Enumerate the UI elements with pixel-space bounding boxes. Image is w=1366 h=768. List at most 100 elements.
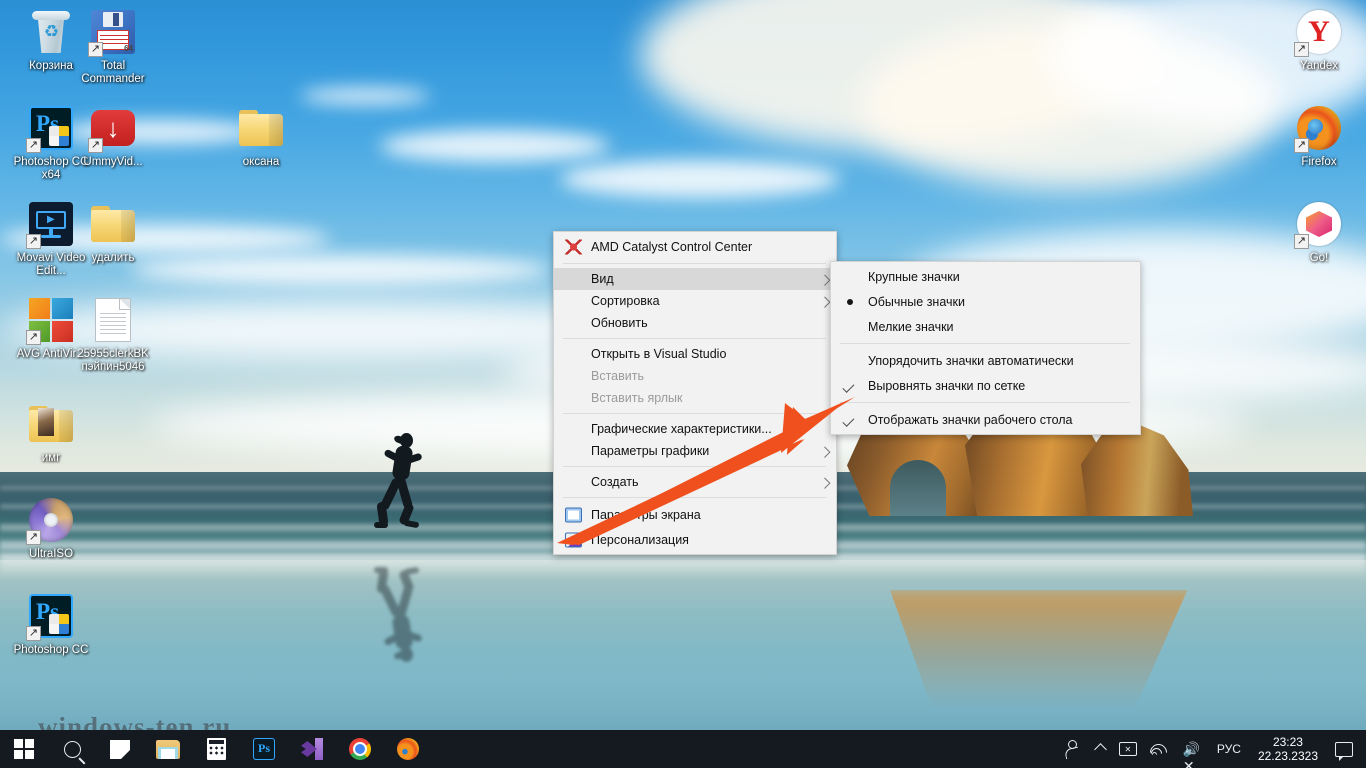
folder-icon	[156, 739, 180, 759]
shortcut-overlay-icon	[1294, 234, 1309, 249]
menu-separator	[563, 413, 826, 414]
firefox-icon	[397, 738, 419, 760]
search-icon	[63, 740, 81, 758]
volume-button[interactable]: 🔊✕	[1176, 730, 1210, 768]
desktop-icon-photoshop-cc[interactable]: Ps Photoshop CC	[8, 592, 94, 657]
ummy-downloader-icon	[88, 104, 137, 153]
sand-sheen	[0, 556, 1366, 578]
desktop-icon-label: Корзина	[29, 60, 73, 72]
submenu-item-label: Обычные значки	[868, 294, 965, 309]
people-button[interactable]	[1057, 730, 1089, 768]
context-menu-item-personalization[interactable]: Персонализация	[554, 527, 836, 552]
context-menu-item-sozdat[interactable]: Создать	[554, 471, 836, 493]
photoshop-taskbar-button[interactable]: Ps	[240, 730, 288, 768]
submenu-item-align-to-grid[interactable]: Выровнять значки по сетке	[831, 373, 1140, 398]
desktop-icon-label: оксана	[242, 156, 280, 168]
volume-muted-icon: 🔊✕	[1182, 741, 1201, 768]
folder-with-photo-icon	[27, 400, 75, 448]
submenu-item-auto-arrange[interactable]: Упорядочить значки автоматически	[831, 348, 1140, 373]
context-menu-item-display-settings[interactable]: Параметры экрана	[554, 502, 836, 527]
desktop-icon-yandex[interactable]: Yandex	[1276, 8, 1362, 73]
chevron-right-icon	[819, 296, 831, 308]
personalize-icon	[565, 532, 582, 547]
menu-separator	[563, 263, 826, 264]
shortcut-overlay-icon	[88, 42, 103, 57]
shortcut-overlay-icon	[26, 626, 41, 641]
context-menu-item-open-in-visual-studio[interactable]: Открыть в Visual Studio	[554, 343, 836, 365]
language-indicator[interactable]: РУС	[1210, 730, 1248, 768]
chrome-icon	[349, 738, 371, 760]
desktop-icon-text-document[interactable]: 25955clerkBK пэйпин5046	[70, 296, 156, 374]
menu-separator	[563, 497, 826, 498]
checkmark-icon	[842, 380, 855, 393]
submenu-item-show-desktop-icons[interactable]: Отображать значки рабочего стола	[831, 407, 1140, 432]
show-hidden-icons-button[interactable]	[1089, 730, 1112, 768]
desktop-icon-label: Total Commander	[81, 60, 145, 85]
taskbar-buttons[interactable]: Ps	[0, 730, 432, 768]
amd-icon	[565, 239, 582, 254]
desktop-icon-ummy-video-downloader[interactable]: UmmyVid...	[70, 104, 156, 169]
action-center-button[interactable]	[1328, 730, 1360, 768]
ethernet-status-button[interactable]: ✕	[1112, 730, 1144, 768]
visual-studio-icon	[301, 738, 323, 760]
submenu-item-large-icons[interactable]: Крупные значки	[831, 264, 1140, 289]
avg-icon	[26, 296, 75, 345]
floppy-disk-icon: 64	[88, 8, 137, 57]
task-view-icon	[110, 739, 130, 759]
context-menu-item-obnovit[interactable]: Обновить	[554, 312, 836, 334]
search-button[interactable]	[48, 730, 96, 768]
language-label: РУС	[1216, 742, 1241, 756]
photoshop-icon: Ps	[253, 738, 275, 760]
windows-logo-icon	[14, 739, 34, 759]
cloud	[380, 130, 610, 162]
context-menu-item-amd-catalyst[interactable]: AMD Catalyst Control Center	[554, 234, 836, 259]
desktop-icon-firefox[interactable]: Firefox	[1276, 104, 1362, 169]
desktop-context-menu[interactable]: AMD Catalyst Control Center Вид Сортиров…	[553, 231, 837, 555]
desktop-icon-label: Firefox	[1301, 156, 1337, 168]
context-menu-item-sortirovka[interactable]: Сортировка	[554, 290, 836, 312]
yandex-icon	[1294, 8, 1343, 57]
folder-icon	[89, 200, 137, 248]
context-menu-item-graphics-properties[interactable]: Графические характеристики...	[554, 418, 836, 440]
recycle-bin-icon	[27, 8, 75, 56]
submenu-item-small-icons[interactable]: Мелкие значки	[831, 314, 1140, 339]
file-explorer-button[interactable]	[144, 730, 192, 768]
system-tray[interactable]: ✕ 🔊✕ РУС 23:23 22.23.2323	[1057, 730, 1366, 768]
go-app-icon	[1294, 200, 1343, 249]
folder-icon	[237, 104, 285, 152]
desktop-icon-label: удалить	[91, 252, 135, 264]
cd-disc-icon	[26, 496, 75, 545]
submenu-item-label: Крупные значки	[868, 269, 960, 284]
view-submenu[interactable]: Крупные значки Обычные значки Мелкие зна…	[830, 261, 1141, 435]
chevron-up-icon	[1094, 742, 1107, 756]
calculator-icon	[206, 738, 226, 760]
chrome-taskbar-button[interactable]	[336, 730, 384, 768]
submenu-item-label: Упорядочить значки автоматически	[868, 353, 1074, 368]
submenu-item-medium-icons[interactable]: Обычные значки	[831, 289, 1140, 314]
desktop-icon-total-commander[interactable]: 64 Total Commander	[70, 8, 156, 86]
desktop-icon-ultraiso[interactable]: UltraISO	[8, 496, 94, 561]
menu-separator	[563, 338, 826, 339]
context-menu-item-label: Графические характеристики...	[591, 422, 772, 436]
desktop-icon-go[interactable]: Go!	[1276, 200, 1362, 265]
network-status-button[interactable]	[1144, 730, 1176, 768]
context-menu-item-graphics-options[interactable]: Параметры графики	[554, 440, 836, 462]
calculator-button[interactable]	[192, 730, 240, 768]
firefox-taskbar-button[interactable]	[384, 730, 432, 768]
start-button[interactable]	[0, 730, 48, 768]
shortcut-overlay-icon	[26, 530, 41, 545]
clock-button[interactable]: 23:23 22.23.2323	[1248, 730, 1328, 768]
taskbar[interactable]: Ps ✕ 🔊✕ РУС 23:23 22.23.2323	[0, 730, 1366, 768]
desktop-icon-img-folder[interactable]: имг	[8, 400, 94, 465]
ethernet-icon: ✕	[1118, 742, 1137, 756]
cloud	[130, 255, 550, 285]
desktop-icon-oksana[interactable]: оксана	[218, 104, 304, 169]
desktop-icon-label: Photoshop CC	[13, 644, 89, 656]
desktop-icon-label: UltraISO	[28, 548, 74, 560]
desktop-icon-udalit[interactable]: удалить	[70, 200, 156, 265]
visual-studio-taskbar-button[interactable]	[288, 730, 336, 768]
task-view-button[interactable]	[96, 730, 144, 768]
context-menu-item-vid[interactable]: Вид	[554, 268, 836, 290]
desktop-icon-label: UmmyVid...	[83, 156, 143, 168]
photoshop-icon: Ps	[26, 592, 75, 641]
